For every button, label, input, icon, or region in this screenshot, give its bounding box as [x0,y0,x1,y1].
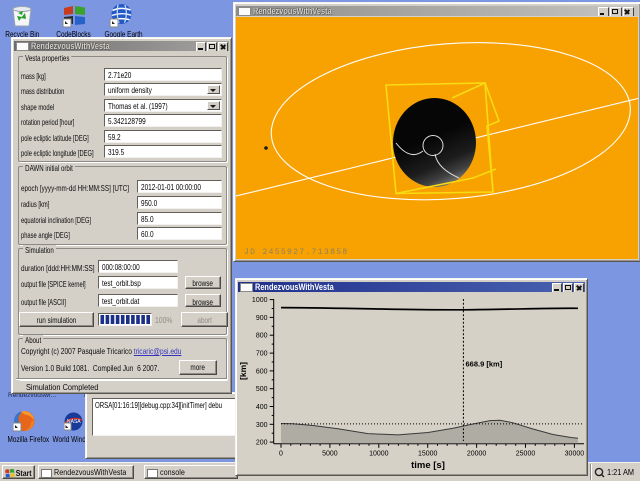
svg-text:900: 900 [256,314,268,321]
svg-text:time [s]: time [s] [411,460,445,471]
svg-text:15000: 15000 [418,450,438,457]
svg-text:30000: 30000 [565,450,585,457]
svg-text:200: 200 [256,439,268,446]
svg-text:400: 400 [256,404,268,411]
svg-text:800: 800 [256,332,268,339]
svg-text:25000: 25000 [516,450,536,457]
svg-text:668.9 [km]: 668.9 [km] [466,359,503,368]
svg-text:20000: 20000 [467,450,487,457]
svg-text:[km]: [km] [238,361,248,379]
svg-text:5000: 5000 [322,450,338,457]
svg-text:600: 600 [256,368,268,375]
svg-text:1000: 1000 [252,297,268,304]
svg-text:0: 0 [279,450,283,457]
svg-text:700: 700 [256,350,268,357]
svg-text:500: 500 [256,386,268,393]
svg-text:300: 300 [256,421,268,428]
svg-text:10000: 10000 [369,450,389,457]
